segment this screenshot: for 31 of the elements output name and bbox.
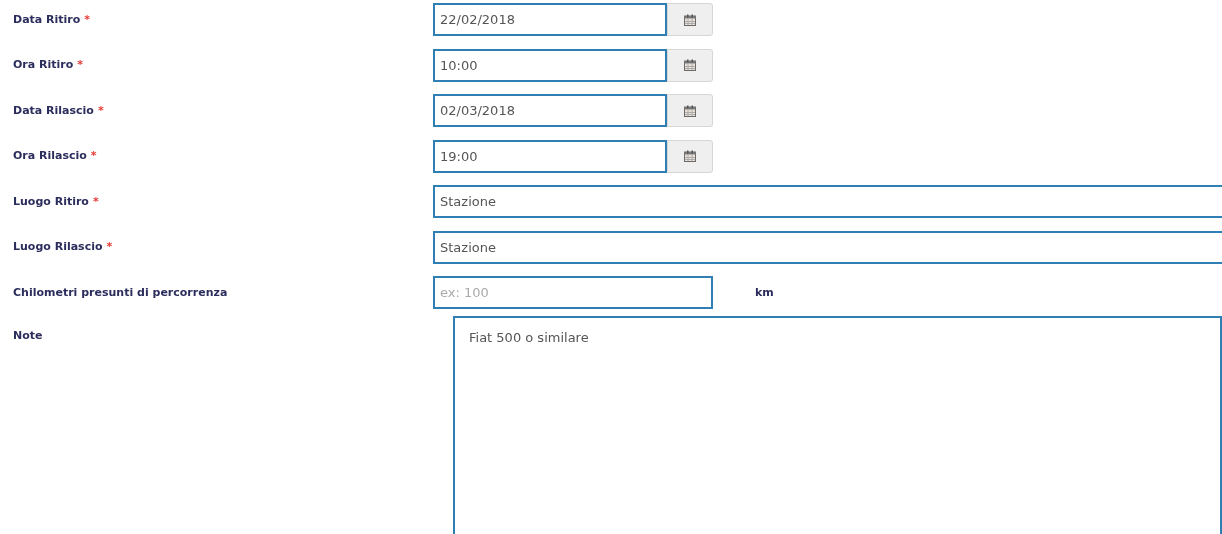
required-asterisk: * — [92, 194, 99, 208]
notes-textarea[interactable]: Fiat 500 o similare — [453, 315, 1222, 534]
unit-label: km — [755, 284, 774, 301]
field-label: Chilometri presunti di percorrenza — [13, 285, 228, 299]
required-asterisk: * — [77, 58, 84, 71]
field-label: Luogo Rilascio — [13, 240, 103, 253]
input-field[interactable]: 02/03/2018 — [433, 94, 667, 128]
input-field[interactable]: 19:00 — [433, 139, 667, 173]
input-field[interactable]: 22/02/2018 — [433, 3, 667, 37]
required-asterisk: * — [90, 149, 97, 162]
calendar-icon — [684, 150, 696, 163]
input-field[interactable]: Stazione — [433, 230, 1222, 264]
calendar-button[interactable] — [667, 94, 713, 128]
calendar-icon — [684, 59, 696, 72]
calendar-button[interactable] — [667, 3, 713, 37]
field-label: Data Rilascio — [13, 103, 94, 117]
field-label: Note — [13, 328, 43, 342]
field-label: Ora Ritiro — [13, 58, 74, 71]
required-asterisk: * — [97, 103, 104, 117]
calendar-button[interactable] — [667, 139, 713, 173]
calendar-icon — [684, 13, 696, 26]
required-asterisk: * — [84, 12, 91, 26]
field-label: Data Ritiro — [13, 12, 81, 26]
calendar-icon — [684, 104, 696, 117]
calendar-button[interactable] — [667, 48, 713, 82]
input-field[interactable]: ex: 100 — [433, 276, 713, 310]
input-field[interactable]: Stazione — [433, 185, 1222, 219]
field-label: Luogo Ritiro — [13, 194, 89, 208]
field-label: Ora Rilascio — [13, 149, 87, 162]
input-field[interactable]: 10:00 — [433, 48, 667, 82]
required-asterisk: * — [106, 240, 113, 253]
